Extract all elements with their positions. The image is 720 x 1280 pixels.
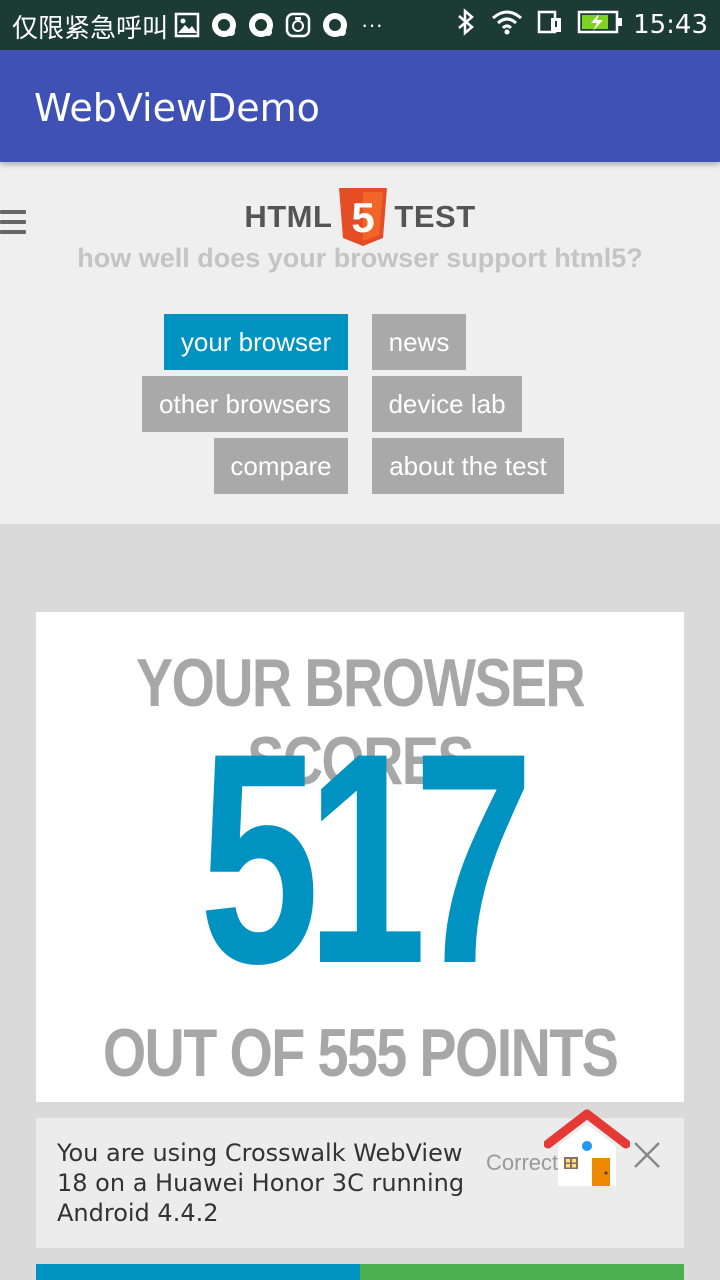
browser-info-card: You are using Crosswalk WebView 18 on a … <box>36 1109 684 1248</box>
nav-your-browser[interactable]: your browser <box>164 314 348 370</box>
bottom-bar-blue <box>36 1264 360 1280</box>
site-logo[interactable]: HTML 5 TEST <box>0 188 720 246</box>
clock: 15:43 <box>633 9 708 40</box>
sim-icon <box>537 9 563 40</box>
close-icon[interactable] <box>632 1140 662 1170</box>
html5-shield-icon: 5 <box>339 188 388 246</box>
wifi-icon <box>491 9 523 40</box>
logo-test-text: TEST <box>394 199 476 234</box>
more-notifications: ··· <box>361 12 383 37</box>
qq-icon <box>320 10 350 40</box>
notification-icons: ··· <box>172 10 394 40</box>
app-bar: WebViewDemo <box>0 50 720 162</box>
nav-device-lab[interactable]: device lab <box>372 376 522 432</box>
image-icon <box>172 10 202 40</box>
status-bar: 仅限紧急呼叫 ··· 15:43 <box>0 0 720 50</box>
app-title: WebViewDemo <box>34 86 320 130</box>
nav-news[interactable]: news <box>372 314 466 370</box>
system-icons: 15:43 <box>457 8 708 41</box>
logo-number: 5 <box>352 194 375 241</box>
app-icon <box>283 10 313 40</box>
qq-icon <box>209 10 239 40</box>
browser-info-text: You are using Crosswalk WebView 18 on a … <box>57 1139 465 1227</box>
score-subtitle: OUT OF 555 POINTS <box>102 1015 619 1091</box>
battery-icon <box>577 9 623 40</box>
nav-compare[interactable]: compare <box>214 438 348 494</box>
score-card: YOUR BROWSER SCORES 517 OUT OF 555 POINT… <box>36 612 684 1102</box>
qq-icon <box>246 10 276 40</box>
house-icon[interactable] <box>544 1108 630 1188</box>
bottom-bar <box>36 1264 684 1280</box>
logo-html-text: HTML <box>244 199 333 234</box>
carrier-label: 仅限紧急呼叫 <box>12 14 169 44</box>
score-value: 517 <box>199 690 533 1026</box>
web-header: HTML 5 TEST how well does your browser s… <box>0 162 720 524</box>
nav-other-browsers[interactable]: other browsers <box>142 376 348 432</box>
bottom-bar-green <box>360 1264 684 1280</box>
bluetooth-icon <box>457 8 475 41</box>
nav-about-the-test[interactable]: about the test <box>372 438 564 494</box>
tagline: how well does your browser support html5… <box>77 243 643 273</box>
